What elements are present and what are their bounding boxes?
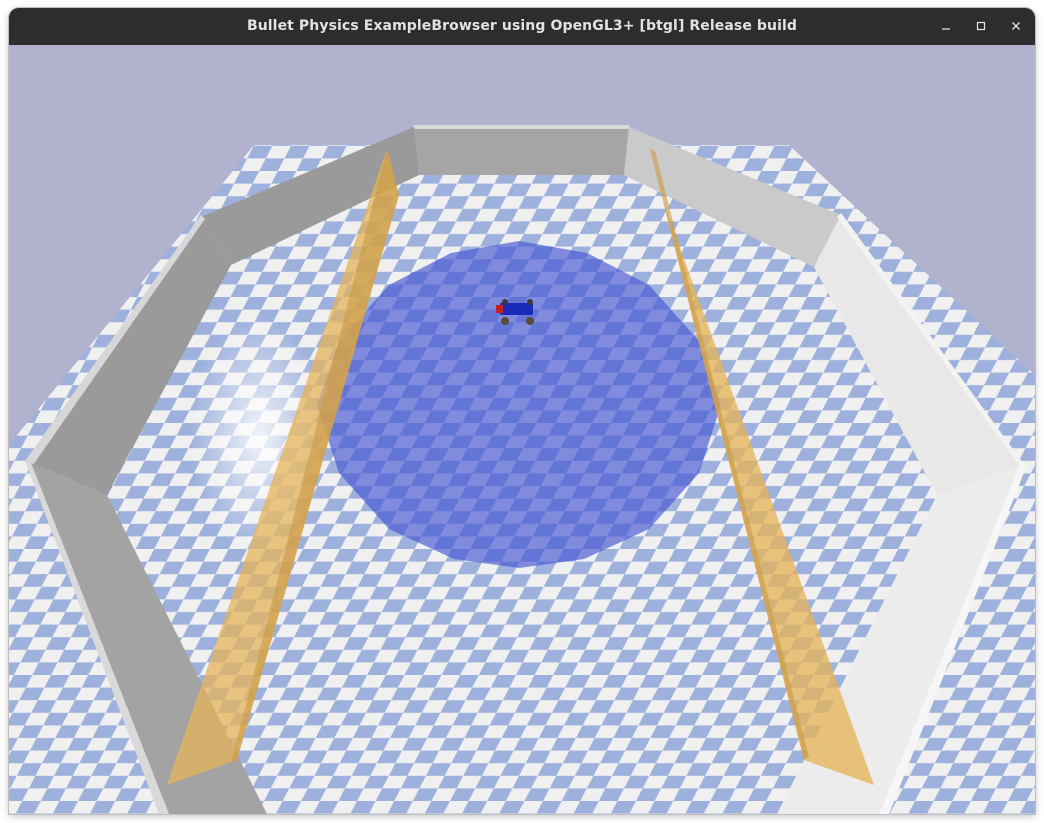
maximize-icon bbox=[969, 20, 993, 32]
vehicle-wheel-back-right bbox=[527, 299, 533, 305]
maximize-button[interactable] bbox=[969, 14, 993, 38]
minimize-button[interactable] bbox=[934, 14, 958, 38]
title-bar[interactable]: Bullet Physics ExampleBrowser using Open… bbox=[9, 8, 1035, 45]
close-button[interactable] bbox=[1004, 14, 1028, 38]
vehicle-wheel-back-left bbox=[502, 299, 508, 305]
vehicle-wheel-front-left bbox=[501, 317, 509, 325]
minimize-icon bbox=[934, 20, 958, 32]
window-title: Bullet Physics ExampleBrowser using Open… bbox=[246, 18, 798, 34]
wall-back bbox=[414, 127, 629, 175]
app-window: Bullet Physics ExampleBrowser using Open… bbox=[9, 8, 1035, 814]
3d-scene[interactable] bbox=[9, 45, 1035, 814]
vehicle-tail bbox=[496, 305, 503, 313]
vehicle-wheel-front-right bbox=[526, 317, 534, 325]
opengl-viewport[interactable] bbox=[9, 45, 1035, 814]
wall-back-top bbox=[412, 125, 631, 129]
close-icon bbox=[1004, 20, 1028, 32]
